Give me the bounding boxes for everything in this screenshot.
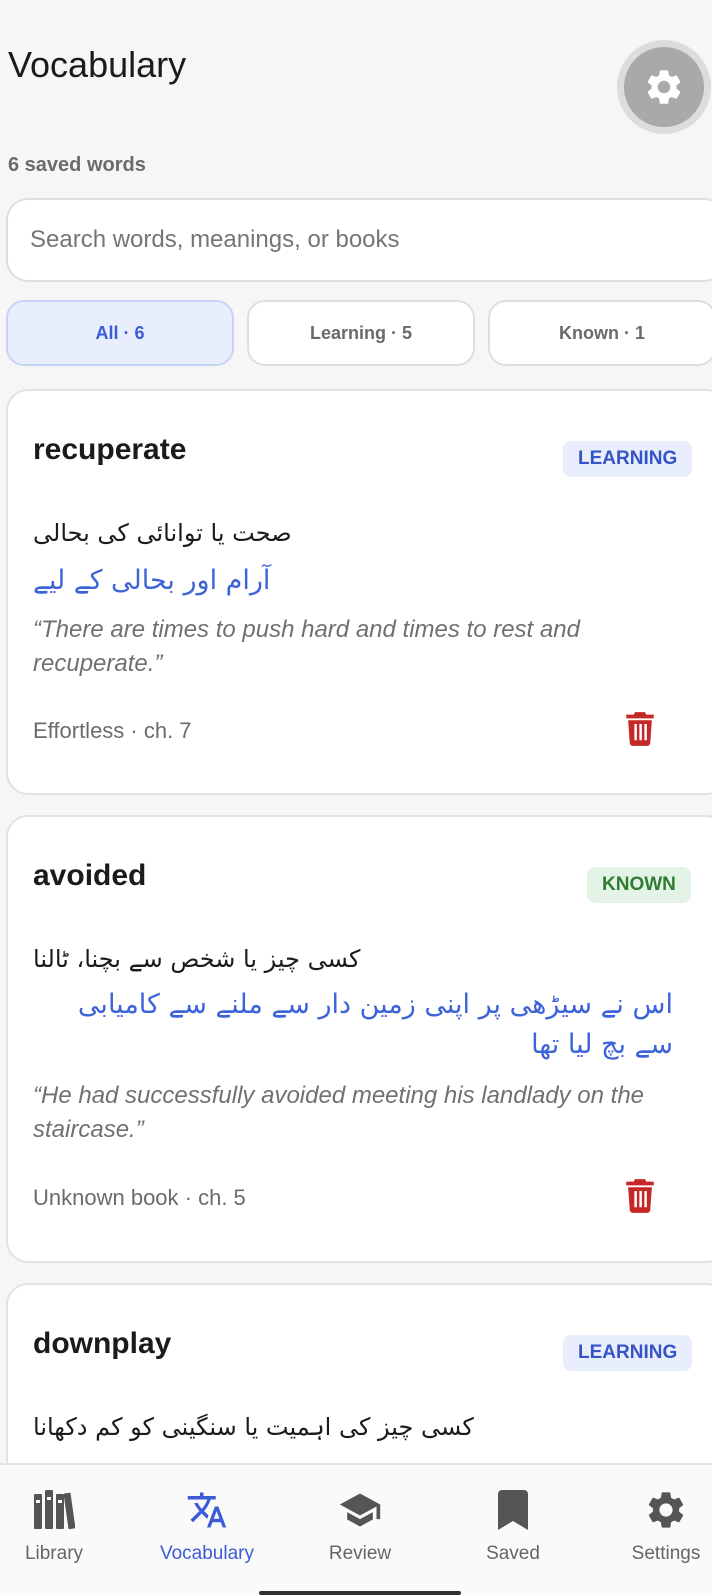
page-title: Vocabulary xyxy=(8,44,187,85)
nav-item-vocabulary[interactable]: Vocabulary xyxy=(142,1487,272,1577)
word-card[interactable]: avoided KNOWN کسی چیز یا شخص سے بچنا، ٹا… xyxy=(6,815,712,1263)
gear-icon xyxy=(643,1487,689,1533)
header: Vocabulary 6 saved words xyxy=(0,0,712,176)
settings-button-inner xyxy=(624,47,704,127)
word-title: recuperate xyxy=(33,433,187,466)
word-meaning: صحت یا توانائی کی بحالی xyxy=(33,519,292,547)
nav-label: Review xyxy=(328,1543,392,1564)
search-box[interactable] xyxy=(6,198,712,282)
nav-item-library[interactable]: Library xyxy=(0,1487,119,1577)
example-sentence: “He had successfully avoided meeting his… xyxy=(33,1082,645,1143)
nav-label: Library xyxy=(24,1543,84,1564)
trash-icon xyxy=(626,1179,654,1213)
translate-icon xyxy=(184,1487,230,1533)
graduation-cap-icon xyxy=(337,1487,383,1533)
nav-item-settings[interactable]: Settings xyxy=(601,1487,712,1577)
search-input[interactable] xyxy=(8,200,712,280)
trash-icon xyxy=(626,712,654,746)
saved-count: 6 saved words xyxy=(8,154,146,176)
word-meaning: کسی چیز یا شخص سے بچنا، ٹالنا xyxy=(33,945,361,973)
status-badge: LEARNING xyxy=(563,441,693,477)
bookmark-icon xyxy=(490,1487,536,1533)
source-reference: Effortless · ch. 7 xyxy=(33,718,192,743)
status-badge: KNOWN xyxy=(587,867,691,903)
filter-chip-learning[interactable]: Learning · 5 xyxy=(247,300,475,366)
word-translation: اس نے سیڑھی پر اپنی زمین دار سے ملنے سے … xyxy=(77,989,673,1060)
delete-button[interactable] xyxy=(622,1178,658,1214)
word-title: avoided xyxy=(33,859,147,892)
nav-item-review[interactable]: Review xyxy=(295,1487,425,1577)
filter-chip-all[interactable]: All · 6 xyxy=(6,300,234,366)
nav-label: Vocabulary xyxy=(159,1543,254,1564)
source-reference: Unknown book · ch. 5 xyxy=(33,1185,246,1210)
word-meaning: کسی چیز کی اہمیت یا سنگینی کو کم دکھانا xyxy=(33,1413,474,1441)
bottom-nav: Library Vocabulary Review Saved Settings xyxy=(0,1463,712,1595)
nav-item-saved[interactable]: Saved xyxy=(448,1487,578,1577)
status-badge: LEARNING xyxy=(563,1335,693,1371)
home-indicator xyxy=(259,1591,461,1595)
example-sentence: “There are times to push hard and times … xyxy=(33,616,580,677)
delete-button[interactable] xyxy=(622,711,658,747)
library-icon xyxy=(31,1487,77,1533)
nav-label: Saved xyxy=(486,1543,540,1564)
settings-button[interactable] xyxy=(617,40,711,134)
nav-label: Settings xyxy=(631,1543,701,1564)
filter-chip-known[interactable]: Known · 1 xyxy=(488,300,712,366)
word-title: downplay xyxy=(33,1327,172,1360)
word-card[interactable]: downplay LEARNING کسی چیز کی اہمیت یا سن… xyxy=(6,1283,712,1483)
word-translation: آرام اور بحالی کے لیے xyxy=(33,565,271,596)
word-card[interactable]: recuperate LEARNING صحت یا توانائی کی بح… xyxy=(6,389,712,795)
gear-icon xyxy=(647,70,681,104)
